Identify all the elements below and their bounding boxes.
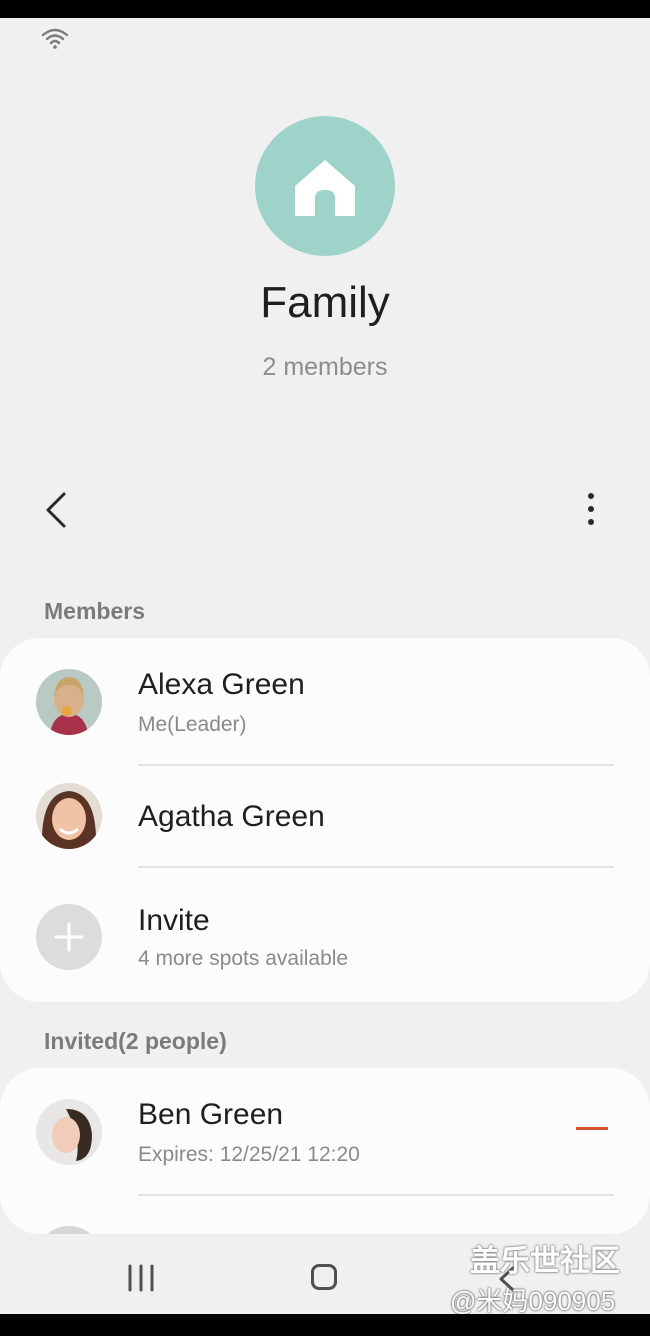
more-vertical-icon <box>588 493 594 525</box>
wifi-icon <box>41 28 69 49</box>
chevron-left-icon <box>46 492 66 528</box>
invite-row[interactable]: Invite 4 more spots available <box>0 868 650 1002</box>
invited-row[interactable]: Ben Green Expires: 12/25/21 12:20 <box>0 1068 650 1196</box>
home-button-icon[interactable] <box>311 1264 337 1290</box>
invite-expiry: Expires: 12/25/21 12:20 <box>138 1143 360 1166</box>
screen-bottom-edge <box>0 1314 650 1336</box>
avatar <box>36 1226 102 1234</box>
member-role: Me(Leader) <box>138 713 247 736</box>
members-card: Alexa Green Me(Leader) Agatha Green Invi… <box>0 638 650 1002</box>
members-section-label: Members <box>44 598 145 624</box>
more-options-button[interactable] <box>576 488 606 532</box>
recents-icon[interactable] <box>126 1264 156 1292</box>
invited-card: Ben Green Expires: 12/25/21 12:20 <box>0 1068 650 1234</box>
invited-row[interactable] <box>0 1196 650 1234</box>
avatar <box>36 783 102 849</box>
invite-spots-available: 4 more spots available <box>138 947 349 970</box>
group-member-count: 2 members <box>262 353 388 381</box>
minus-icon[interactable] <box>576 1127 608 1130</box>
watermark-handle: @米妈090905 <box>450 1286 616 1316</box>
watermark-title: 盖乐世社区 <box>470 1245 620 1278</box>
avatar <box>36 1099 102 1165</box>
home-icon <box>295 160 355 216</box>
invite-avatar <box>36 904 102 970</box>
member-name: Alexa Green <box>138 668 305 701</box>
invite-label: Invite <box>138 904 210 937</box>
member-name: Agatha Green <box>138 800 325 833</box>
avatar <box>36 669 102 735</box>
invited-section-label: Invited(2 people) <box>44 1028 227 1054</box>
back-button[interactable] <box>38 488 78 532</box>
group-title: Family <box>260 278 390 327</box>
plus-icon <box>54 922 84 952</box>
member-row[interactable]: Agatha Green <box>0 766 650 868</box>
member-row[interactable]: Alexa Green Me(Leader) <box>0 638 650 766</box>
invited-name: Ben Green <box>138 1098 284 1131</box>
group-avatar <box>255 116 395 256</box>
status-bar-top <box>0 0 650 18</box>
